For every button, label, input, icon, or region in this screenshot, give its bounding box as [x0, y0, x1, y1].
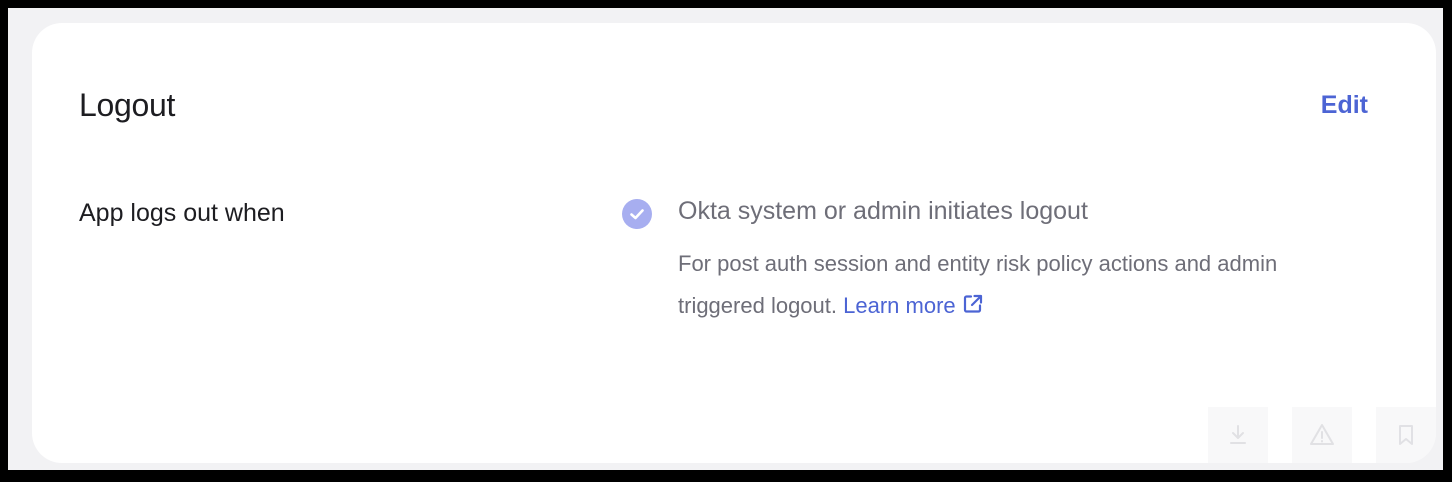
logout-card: Logout Edit App logs out when Okta syste… [32, 23, 1436, 463]
page-background: Logout Edit App logs out when Okta syste… [8, 8, 1443, 470]
logout-option-label: Okta system or admin initiates logout [678, 197, 1088, 225]
external-link-icon [963, 294, 982, 313]
corner-toolbar [1208, 407, 1436, 463]
download-button[interactable] [1208, 407, 1268, 463]
edit-button[interactable]: Edit [1321, 91, 1368, 120]
learn-more-link[interactable]: Learn more [843, 293, 984, 318]
section-title: Logout [79, 87, 176, 123]
logout-setting-label: App logs out when [79, 199, 285, 227]
download-icon [1230, 425, 1246, 444]
bookmark-button[interactable] [1376, 407, 1436, 463]
warning-icon [1310, 424, 1334, 445]
check-icon [630, 209, 644, 220]
warning-button[interactable] [1292, 407, 1352, 463]
logout-option-checkbox[interactable] [622, 199, 652, 229]
learn-more-label: Learn more [843, 293, 956, 318]
logout-option-description: For post auth session and entity risk po… [678, 243, 1338, 327]
bookmark-icon [1399, 425, 1413, 445]
